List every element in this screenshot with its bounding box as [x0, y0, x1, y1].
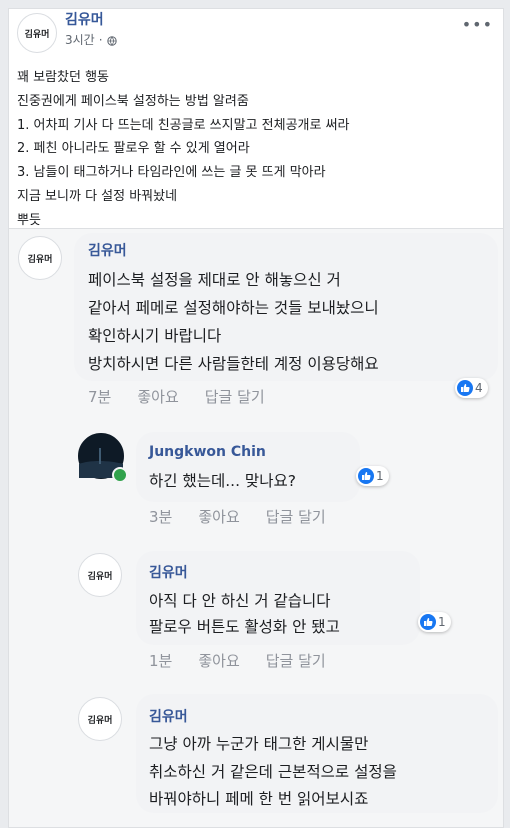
more-options-icon[interactable]: ••• [462, 15, 493, 34]
comment-author-name[interactable]: 김유머 [88, 240, 127, 260]
post-author-name[interactable]: 김유머 [65, 9, 104, 29]
reply-author-name[interactable]: 김유머 [149, 562, 188, 582]
reaction-number: 4 [475, 381, 483, 395]
post-timestamp[interactable]: 3시간 [65, 31, 95, 48]
globe-icon [106, 35, 117, 46]
reply-text-line: 취소하신 거 같은데 근본적으로 설정을 [149, 763, 397, 781]
online-status-indicator [112, 467, 128, 483]
reply-actions: 1분 좋아요 답글 달기 [149, 650, 352, 671]
reaction-count[interactable]: 1 [418, 612, 451, 632]
reaction-number: 1 [376, 469, 384, 483]
comment-text-line: 페이스북 설정을 제대로 안 해놓으신 거 [88, 271, 341, 289]
reply-time[interactable]: 3분 [149, 506, 172, 527]
like-reaction-icon [420, 614, 436, 630]
post-text-line: 지금 보니까 다 설정 바꿔놨네 [17, 189, 178, 204]
reply-author-name[interactable]: 김유머 [149, 706, 188, 726]
like-button[interactable]: 좋아요 [198, 506, 239, 527]
reply-actions: 3분 좋아요 답글 달기 [149, 506, 352, 527]
reply-author-avatar[interactable]: 김유머 [78, 553, 122, 597]
like-button[interactable]: 좋아요 [137, 386, 178, 407]
post-text-line: 1. 어차피 기사 다 뜨는데 친공글로 쓰지말고 전체공개로 써라 [17, 118, 350, 133]
post-author-avatar[interactable]: 김유머 [17, 13, 57, 53]
like-reaction-icon [457, 380, 473, 396]
post-text-line: 2. 페친 아니라도 팔로우 할 수 있게 열어라 [17, 141, 250, 156]
post-text-line: 진중권에게 페이스북 설정하는 방법 알려줌 [17, 94, 249, 109]
reaction-count[interactable]: 4 [455, 378, 488, 398]
reply-time[interactable]: 1분 [149, 650, 172, 671]
reply-text-line: 그냥 아까 누군가 태그한 게시물만 [149, 735, 369, 753]
reply-text-line: 하긴 했는데... 맞나요? [149, 472, 296, 490]
reply-text-line: 바꿔야하니 페메 한 번 읽어보시죠 [149, 790, 369, 808]
post-card: 김유머 김유머 3시간 · ••• 꽤 보람찼던 행동 진중권에게 페이스북 설… [8, 8, 504, 228]
like-reaction-icon [358, 468, 374, 484]
comment-time[interactable]: 7분 [88, 386, 111, 407]
reply-author-avatar[interactable]: 김유머 [78, 697, 122, 741]
comment-text-line: 확인하시기 바랍니다 [88, 327, 222, 345]
reply-author-name[interactable]: Jungkwon Chin [149, 444, 266, 460]
reaction-count[interactable]: 1 [356, 466, 389, 486]
post-meta: 3시간 · [65, 31, 117, 48]
reply-bubble [136, 432, 360, 502]
reply-button[interactable]: 답글 달기 [266, 650, 326, 671]
comment-text-line: 방치하시면 다른 사람들한테 계정 이용당해요 [88, 355, 379, 373]
comment-text-line: 같아서 페메로 설정해야하는 것들 보내놨으니 [88, 299, 379, 317]
dot-separator: · [98, 32, 103, 47]
reply-text-line: 아직 다 안 하신 거 같습니다 [149, 592, 331, 610]
comment-actions: 7분 좋아요 답글 달기 [88, 386, 291, 407]
like-button[interactable]: 좋아요 [198, 650, 239, 671]
comment-author-avatar[interactable]: 김유머 [18, 236, 62, 280]
post-text-line: 3. 남들이 태그하거나 타임라인에 쓰는 글 못 뜨게 막아라 [17, 165, 326, 180]
reply-text-line: 팔로우 버튼도 활성화 안 됐고 [149, 618, 340, 636]
post-text-line: 꽤 보람찼던 행동 [17, 70, 109, 85]
reply-button[interactable]: 답글 달기 [266, 506, 326, 527]
reaction-number: 1 [438, 615, 446, 629]
post-text-line: 뿌듯 [17, 213, 41, 228]
reply-button[interactable]: 답글 달기 [205, 386, 265, 407]
